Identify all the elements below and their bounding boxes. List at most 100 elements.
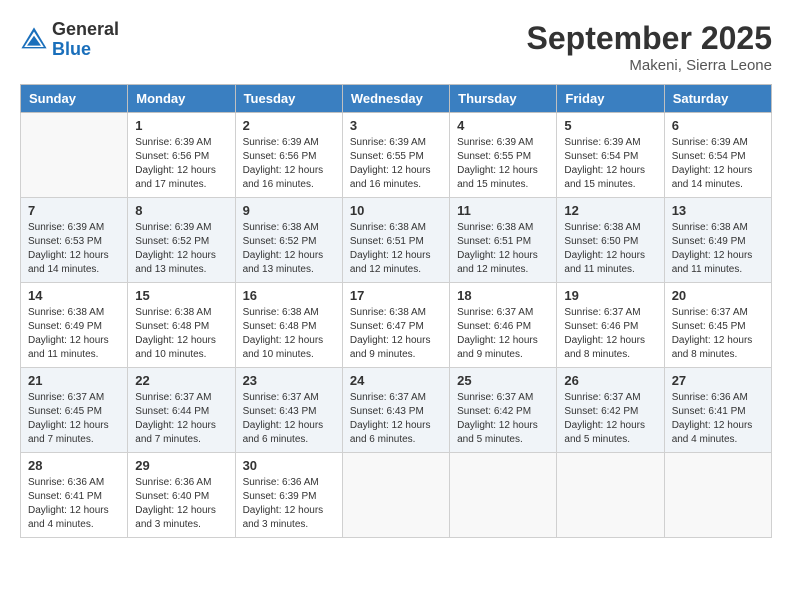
header-monday: Monday — [128, 85, 235, 113]
calendar-cell: 2 Sunrise: 6:39 AM Sunset: 6:56 PM Daylig… — [235, 113, 342, 198]
day-info: Sunrise: 6:39 AM Sunset: 6:52 PM Dayligh… — [135, 221, 227, 277]
calendar-cell: 11 Sunrise: 6:38 AM Sunset: 6:51 PM Dayli… — [450, 198, 557, 283]
day-number: 11 — [457, 203, 549, 218]
header-wednesday: Wednesday — [342, 85, 449, 113]
day-info: Sunrise: 6:37 AM Sunset: 6:45 PM Dayligh… — [28, 391, 120, 447]
logo-general: General — [52, 20, 119, 40]
calendar-cell — [664, 453, 771, 538]
header-thursday: Thursday — [450, 85, 557, 113]
day-info: Sunrise: 6:39 AM Sunset: 6:53 PM Dayligh… — [28, 221, 120, 277]
day-info: Sunrise: 6:39 AM Sunset: 6:56 PM Dayligh… — [135, 136, 227, 192]
day-number: 26 — [564, 373, 656, 388]
calendar-cell: 28Sunrise: 6:36 AM Sunset: 6:41 PM Dayli… — [21, 453, 128, 538]
day-number: 30 — [243, 458, 335, 473]
calendar-cell: 7 Sunrise: 6:39 AM Sunset: 6:53 PM Daylig… — [21, 198, 128, 283]
calendar-cell: 14Sunrise: 6:38 AM Sunset: 6:49 PM Dayli… — [21, 283, 128, 368]
day-number: 15 — [135, 288, 227, 303]
day-number: 3 — [350, 118, 442, 133]
day-number: 2 — [243, 118, 335, 133]
title-block: September 2025 Makeni, Sierra Leone — [527, 20, 772, 74]
logo-icon — [20, 26, 48, 54]
calendar-cell: 15 Sunrise: 6:38 AM Sunset: 6:48 PM Dayli… — [128, 283, 235, 368]
day-info: Sunrise: 6:36 AM Sunset: 6:39 PM Dayligh… — [243, 476, 335, 532]
day-info: Sunrise: 6:37 AM Sunset: 6:46 PM Dayligh… — [457, 306, 549, 362]
day-number: 17 — [350, 288, 442, 303]
day-number: 1 — [135, 118, 227, 133]
month-year: September 2025 — [527, 20, 772, 57]
calendar-cell: 26Sunrise: 6:37 AM Sunset: 6:42 PM Dayli… — [557, 368, 664, 453]
calendar-cell: 22 Sunrise: 6:37 AM Sunset: 6:44 PM Dayli… — [128, 368, 235, 453]
calendar-cell: 12Sunrise: 6:38 AM Sunset: 6:50 PM Dayli… — [557, 198, 664, 283]
day-info: Sunrise: 6:38 AM Sunset: 6:52 PM Dayligh… — [243, 221, 335, 277]
day-number: 5 — [564, 118, 656, 133]
day-info: Sunrise: 6:36 AM Sunset: 6:41 PM Dayligh… — [28, 476, 120, 532]
calendar-cell: 17 Sunrise: 6:38 AM Sunset: 6:47 PM Dayli… — [342, 283, 449, 368]
calendar-week-row: 14Sunrise: 6:38 AM Sunset: 6:49 PM Dayli… — [21, 283, 772, 368]
calendar-header-row: SundayMondayTuesdayWednesdayThursdayFrid… — [21, 85, 772, 113]
header-friday: Friday — [557, 85, 664, 113]
calendar-cell: 5 Sunrise: 6:39 AM Sunset: 6:54 PM Daylig… — [557, 113, 664, 198]
calendar-cell: 27 Sunrise: 6:36 AM Sunset: 6:41 PM Dayli… — [664, 368, 771, 453]
calendar-cell: 20Sunrise: 6:37 AM Sunset: 6:45 PM Dayli… — [664, 283, 771, 368]
day-info: Sunrise: 6:38 AM Sunset: 6:51 PM Dayligh… — [350, 221, 442, 277]
day-number: 19 — [564, 288, 656, 303]
day-number: 21 — [28, 373, 120, 388]
day-info: Sunrise: 6:37 AM Sunset: 6:43 PM Dayligh… — [350, 391, 442, 447]
day-number: 10 — [350, 203, 442, 218]
calendar-cell — [21, 113, 128, 198]
logo-blue: Blue — [52, 40, 119, 60]
calendar-cell: 3 Sunrise: 6:39 AM Sunset: 6:55 PM Daylig… — [342, 113, 449, 198]
calendar-cell: 9 Sunrise: 6:38 AM Sunset: 6:52 PM Daylig… — [235, 198, 342, 283]
day-info: Sunrise: 6:38 AM Sunset: 6:49 PM Dayligh… — [672, 221, 764, 277]
day-info: Sunrise: 6:39 AM Sunset: 6:54 PM Dayligh… — [564, 136, 656, 192]
day-number: 6 — [672, 118, 764, 133]
calendar-cell: 1 Sunrise: 6:39 AM Sunset: 6:56 PM Daylig… — [128, 113, 235, 198]
day-info: Sunrise: 6:36 AM Sunset: 6:41 PM Dayligh… — [672, 391, 764, 447]
day-number: 4 — [457, 118, 549, 133]
day-info: Sunrise: 6:39 AM Sunset: 6:56 PM Dayligh… — [243, 136, 335, 192]
day-number: 7 — [28, 203, 120, 218]
day-number: 22 — [135, 373, 227, 388]
day-number: 18 — [457, 288, 549, 303]
day-number: 29 — [135, 458, 227, 473]
calendar-cell: 18 Sunrise: 6:37 AM Sunset: 6:46 PM Dayli… — [450, 283, 557, 368]
day-info: Sunrise: 6:38 AM Sunset: 6:47 PM Dayligh… — [350, 306, 442, 362]
day-number: 14 — [28, 288, 120, 303]
day-info: Sunrise: 6:39 AM Sunset: 6:55 PM Dayligh… — [457, 136, 549, 192]
day-number: 13 — [672, 203, 764, 218]
day-number: 12 — [564, 203, 656, 218]
day-info: Sunrise: 6:38 AM Sunset: 6:51 PM Dayligh… — [457, 221, 549, 277]
calendar-cell — [450, 453, 557, 538]
day-number: 23 — [243, 373, 335, 388]
calendar-week-row: 7 Sunrise: 6:39 AM Sunset: 6:53 PM Daylig… — [21, 198, 772, 283]
header-saturday: Saturday — [664, 85, 771, 113]
day-info: Sunrise: 6:37 AM Sunset: 6:45 PM Dayligh… — [672, 306, 764, 362]
day-number: 9 — [243, 203, 335, 218]
day-info: Sunrise: 6:36 AM Sunset: 6:40 PM Dayligh… — [135, 476, 227, 532]
calendar-cell — [557, 453, 664, 538]
day-info: Sunrise: 6:37 AM Sunset: 6:46 PM Dayligh… — [564, 306, 656, 362]
header-sunday: Sunday — [21, 85, 128, 113]
location: Makeni, Sierra Leone — [527, 57, 772, 74]
day-info: Sunrise: 6:38 AM Sunset: 6:48 PM Dayligh… — [135, 306, 227, 362]
calendar-cell: 23 Sunrise: 6:37 AM Sunset: 6:43 PM Dayli… — [235, 368, 342, 453]
calendar-cell: 4 Sunrise: 6:39 AM Sunset: 6:55 PM Daylig… — [450, 113, 557, 198]
day-info: Sunrise: 6:39 AM Sunset: 6:55 PM Dayligh… — [350, 136, 442, 192]
calendar-cell: 16Sunrise: 6:38 AM Sunset: 6:48 PM Dayli… — [235, 283, 342, 368]
calendar-cell: 13 Sunrise: 6:38 AM Sunset: 6:49 PM Dayli… — [664, 198, 771, 283]
calendar-cell: 30 Sunrise: 6:36 AM Sunset: 6:39 PM Dayli… — [235, 453, 342, 538]
day-number: 24 — [350, 373, 442, 388]
day-number: 25 — [457, 373, 549, 388]
day-info: Sunrise: 6:37 AM Sunset: 6:43 PM Dayligh… — [243, 391, 335, 447]
logo: General Blue — [20, 20, 119, 60]
calendar-cell — [342, 453, 449, 538]
day-info: Sunrise: 6:38 AM Sunset: 6:48 PM Dayligh… — [243, 306, 335, 362]
calendar-cell: 19 Sunrise: 6:37 AM Sunset: 6:46 PM Dayli… — [557, 283, 664, 368]
day-info: Sunrise: 6:37 AM Sunset: 6:42 PM Dayligh… — [457, 391, 549, 447]
calendar-cell: 21 Sunrise: 6:37 AM Sunset: 6:45 PM Dayli… — [21, 368, 128, 453]
day-info: Sunrise: 6:37 AM Sunset: 6:44 PM Dayligh… — [135, 391, 227, 447]
day-number: 27 — [672, 373, 764, 388]
calendar-cell: 29 Sunrise: 6:36 AM Sunset: 6:40 PM Dayli… — [128, 453, 235, 538]
calendar-week-row: 21 Sunrise: 6:37 AM Sunset: 6:45 PM Dayli… — [21, 368, 772, 453]
calendar-week-row: 28Sunrise: 6:36 AM Sunset: 6:41 PM Dayli… — [21, 453, 772, 538]
